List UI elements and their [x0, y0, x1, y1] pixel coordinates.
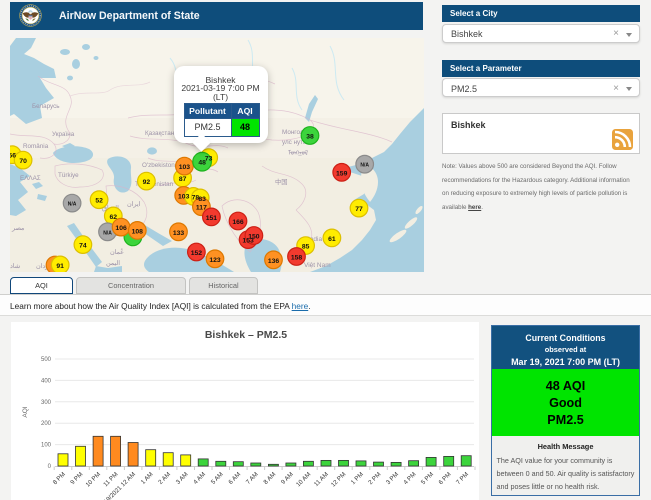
svg-text:159: 159	[336, 170, 348, 177]
svg-text:56: 56	[10, 152, 16, 159]
svg-text:87: 87	[179, 175, 187, 182]
svg-text:103: 103	[179, 164, 191, 171]
svg-text:73: 73	[205, 155, 213, 162]
svg-text:مصر: مصر	[11, 225, 24, 232]
svg-text:106: 106	[115, 225, 127, 232]
svg-text:150: 150	[248, 233, 260, 240]
svg-text:中国: 中国	[275, 177, 288, 186]
svg-text:ايران: ايران	[127, 201, 141, 208]
svg-text:200: 200	[41, 421, 52, 427]
svg-text:152: 152	[191, 250, 203, 257]
svg-text:ΕΛΛΑΣ: ΕΛΛΑΣ	[20, 175, 41, 182]
svg-text:133: 133	[173, 229, 185, 236]
svg-text:123: 123	[209, 256, 221, 263]
svg-text:103: 103	[178, 193, 190, 200]
svg-text:Қазақстан: Қазақстан	[145, 130, 175, 137]
svg-text:117: 117	[196, 204, 207, 211]
svg-text:92: 92	[143, 179, 151, 186]
svg-text:300: 300	[41, 400, 52, 406]
svg-text:Türkiye: Türkiye	[58, 172, 79, 179]
svg-text:Bishkek – PM2.5: Bishkek – PM2.5	[205, 329, 287, 341]
svg-text:500: 500	[41, 357, 52, 363]
svg-text:Україна: Україна	[52, 131, 75, 138]
svg-text:48: 48	[198, 159, 206, 166]
svg-text:136: 136	[268, 257, 280, 264]
svg-text:77: 77	[355, 206, 363, 213]
svg-text:74: 74	[79, 242, 87, 249]
svg-text:N/A: N/A	[103, 230, 112, 236]
svg-text:Việt Nam: Việt Nam	[304, 262, 331, 269]
svg-text:100: 100	[41, 443, 52, 449]
svg-text:38: 38	[306, 133, 314, 140]
svg-text:151: 151	[206, 214, 218, 221]
svg-text:România: România	[23, 143, 49, 150]
svg-text:ᠮᠣᠩᠭᠣᠯ: ᠮᠣᠩᠭᠣᠯ	[288, 149, 309, 157]
svg-text:Беларусь: Беларусь	[32, 103, 60, 110]
svg-text:N/A: N/A	[360, 162, 369, 168]
svg-text:62: 62	[110, 213, 118, 220]
svg-text:52: 52	[95, 197, 103, 204]
svg-text:83: 83	[198, 195, 206, 202]
svg-text:85: 85	[302, 243, 310, 250]
svg-text:N/A: N/A	[68, 201, 77, 207]
svg-text:عُمان: عُمان	[110, 248, 124, 256]
svg-text:400: 400	[41, 378, 52, 384]
svg-text:AQI: AQI	[22, 406, 29, 417]
svg-text:91: 91	[56, 262, 64, 269]
svg-text:اليمن: اليمن	[106, 260, 120, 267]
svg-text:166: 166	[232, 219, 244, 226]
svg-text:شاد: شاد	[10, 263, 20, 270]
svg-text:158: 158	[291, 254, 303, 261]
svg-text:61: 61	[328, 235, 336, 242]
svg-text:108: 108	[132, 228, 144, 235]
svg-text:O'zbekiston: O'zbekiston	[142, 162, 175, 169]
svg-text:70: 70	[19, 158, 27, 165]
